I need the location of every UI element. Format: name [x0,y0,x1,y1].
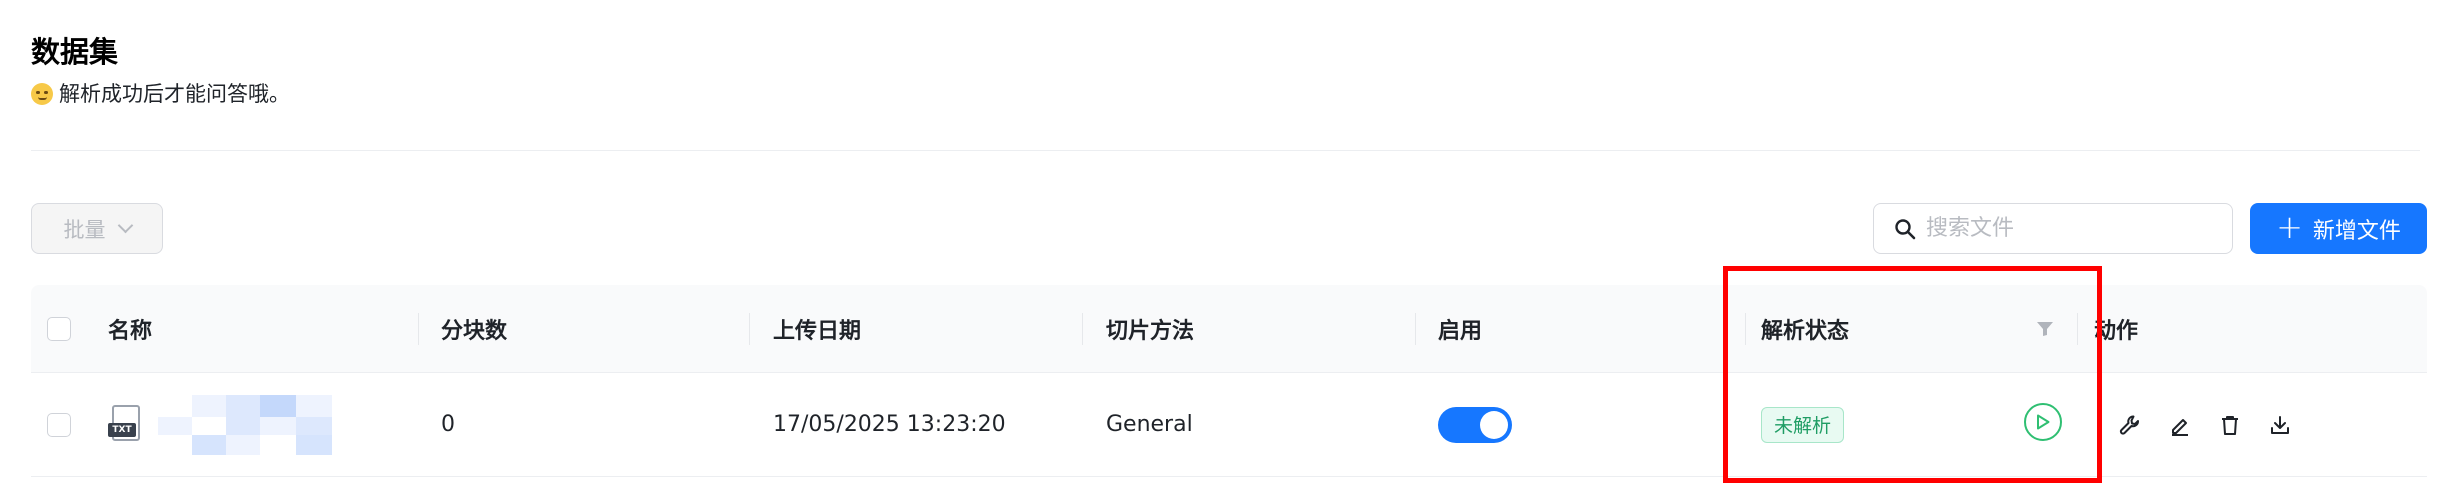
subtitle-text: 解析成功后才能问答哦。 [59,82,290,106]
search-box[interactable] [1873,203,2233,254]
add-file-button[interactable]: + 新增文件 [2250,203,2427,254]
search-icon [1895,218,1916,239]
files-table: 名称 分块数 上传日期 切片方法 启用 解析状态 动作 TXT 0 17/05/… [31,285,2427,477]
col-header-enabled[interactable]: 启用 [1438,285,1482,372]
upload-date-cell: 17/05/2025 13:23:20 [773,412,1006,437]
run-parse-icon[interactable] [2024,403,2062,441]
select-all-checkbox[interactable] [47,316,71,341]
smirk-emoji-icon [31,83,53,105]
table-row[interactable]: TXT 0 17/05/2025 13:23:20 General 未解析 [31,373,2427,477]
row-select-cell [47,373,71,476]
status-badge: 未解析 [1761,406,1845,443]
row-checkbox[interactable] [47,412,71,437]
txt-file-icon: TXT [108,404,142,445]
search-input[interactable] [1926,216,2216,241]
col-header-upload-date[interactable]: 上传日期 [773,285,861,372]
header-divider [31,150,2420,151]
col-header-slice-method[interactable]: 切片方法 [1106,285,1194,372]
batch-dropdown-button[interactable]: 批量 [31,203,163,254]
enable-toggle[interactable] [1438,406,1512,443]
redacted-file-name [158,394,332,455]
delete-icon[interactable] [2211,406,2249,444]
plus-icon: + [2276,208,2303,246]
table-header: 名称 分块数 上传日期 切片方法 启用 解析状态 动作 [31,285,2427,373]
page-subtitle: 解析成功后才能问答哦。 [31,80,290,108]
name-cell[interactable]: TXT [108,373,332,476]
parse-status-cell: 未解析 [1761,373,1845,476]
batch-label: 批量 [63,217,106,242]
download-icon[interactable] [2261,406,2299,444]
slice-method-cell[interactable]: General [1106,373,1193,476]
chunks-cell: 0 [441,412,455,437]
file-type-tag: TXT [108,422,136,437]
col-header-parse-status[interactable]: 解析状态 [1761,285,1849,372]
col-header-chunks[interactable]: 分块数 [441,285,507,372]
col-header-name[interactable]: 名称 [108,285,152,372]
wrench-icon[interactable] [2111,406,2149,444]
page-title: 数据集 [31,35,119,69]
chevron-down-icon [117,217,133,234]
select-all-cell [47,285,71,372]
col-header-actions: 动作 [2094,318,2139,344]
enabled-cell [1438,373,1512,476]
add-file-label: 新增文件 [2312,218,2401,244]
filter-icon[interactable] [2036,285,2054,372]
actions-cell [2111,373,2311,476]
edit-icon[interactable] [2161,406,2199,444]
